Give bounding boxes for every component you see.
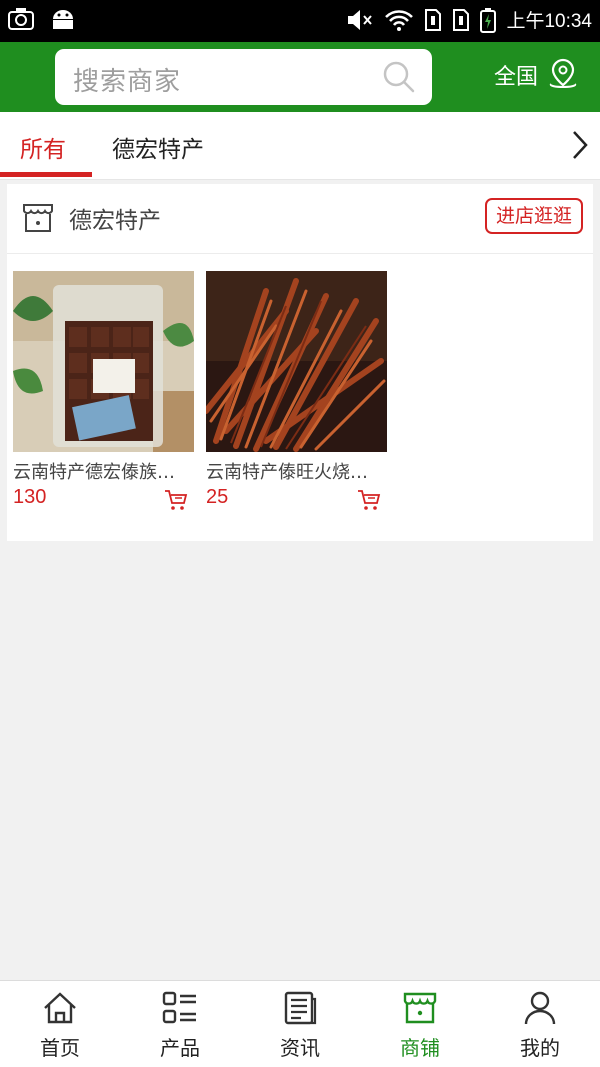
product-image[interactable]: [13, 271, 194, 452]
user-icon: [524, 991, 556, 1025]
chevron-right-icon[interactable]: [570, 128, 590, 162]
search-icon[interactable]: [382, 60, 416, 94]
home-icon: [44, 992, 76, 1024]
tab-dehong-specialty[interactable]: 德宏特产: [112, 130, 204, 164]
sim-card-1-icon: [425, 8, 442, 31]
status-bar: 上午10:34: [0, 0, 600, 42]
shop-card-header: 德宏特产 进店逛逛: [7, 184, 593, 254]
search-placeholder: 搜索商家: [73, 67, 182, 97]
product-name[interactable]: 云南特产德宏傣族牛肉干: [13, 458, 183, 484]
shop-icon: [403, 992, 437, 1024]
wifi-icon: [385, 9, 414, 31]
nav-products-label: 产品: [160, 1036, 200, 1060]
nav-shops-label: 商铺: [400, 1036, 440, 1060]
nav-mine-label: 我的: [520, 1036, 560, 1060]
clock: 上午10:34: [506, 11, 592, 32]
product-card[interactable]: 云南特产傣旺火烧牛肉 25: [206, 271, 387, 511]
screenshot-icon: [8, 8, 34, 30]
product-list-icon: [162, 991, 196, 1024]
region-label: 全国: [494, 65, 539, 90]
bottom-navigation: 首页 产品 资讯 商铺 我的: [0, 980, 600, 1067]
active-tab-indicator: [0, 172, 92, 177]
search-input[interactable]: 搜索商家: [55, 49, 432, 105]
nav-home-label: 首页: [40, 1036, 80, 1060]
mute-icon: [348, 9, 373, 30]
header: 搜索商家 全国: [0, 42, 600, 112]
nav-mine[interactable]: 我的: [480, 981, 600, 1067]
nav-products[interactable]: 产品: [120, 981, 240, 1067]
nav-home[interactable]: 首页: [0, 981, 120, 1067]
tab-all[interactable]: 所有: [20, 130, 66, 164]
shop-name: 德宏特产: [69, 208, 161, 234]
enter-shop-button[interactable]: 进店逛逛: [485, 198, 583, 234]
nav-shops[interactable]: 商铺: [360, 981, 480, 1067]
sim-card-2-icon: [453, 8, 470, 31]
product-card[interactable]: 云南特产德宏傣族牛肉干 130: [13, 271, 194, 511]
product-name[interactable]: 云南特产傣旺火烧牛肉: [206, 458, 376, 484]
android-icon: [53, 10, 73, 29]
nav-news[interactable]: 资讯: [240, 981, 360, 1067]
battery-charging-icon: [480, 7, 497, 33]
location-pin-icon: [550, 58, 577, 88]
region-selector[interactable]: 全国: [494, 58, 578, 92]
nav-news-label: 资讯: [280, 1036, 320, 1060]
store-icon: [23, 204, 53, 232]
shop-card: 德宏特产 进店逛逛 云南特产德宏傣族牛 130 云南特产傣旺火烧牛肉 25: [7, 184, 593, 541]
news-icon: [284, 991, 317, 1025]
cart-icon[interactable]: [357, 489, 381, 511]
category-tabs: 所有 德宏特产: [0, 112, 600, 180]
product-image[interactable]: [206, 271, 387, 452]
cart-icon[interactable]: [164, 489, 188, 511]
